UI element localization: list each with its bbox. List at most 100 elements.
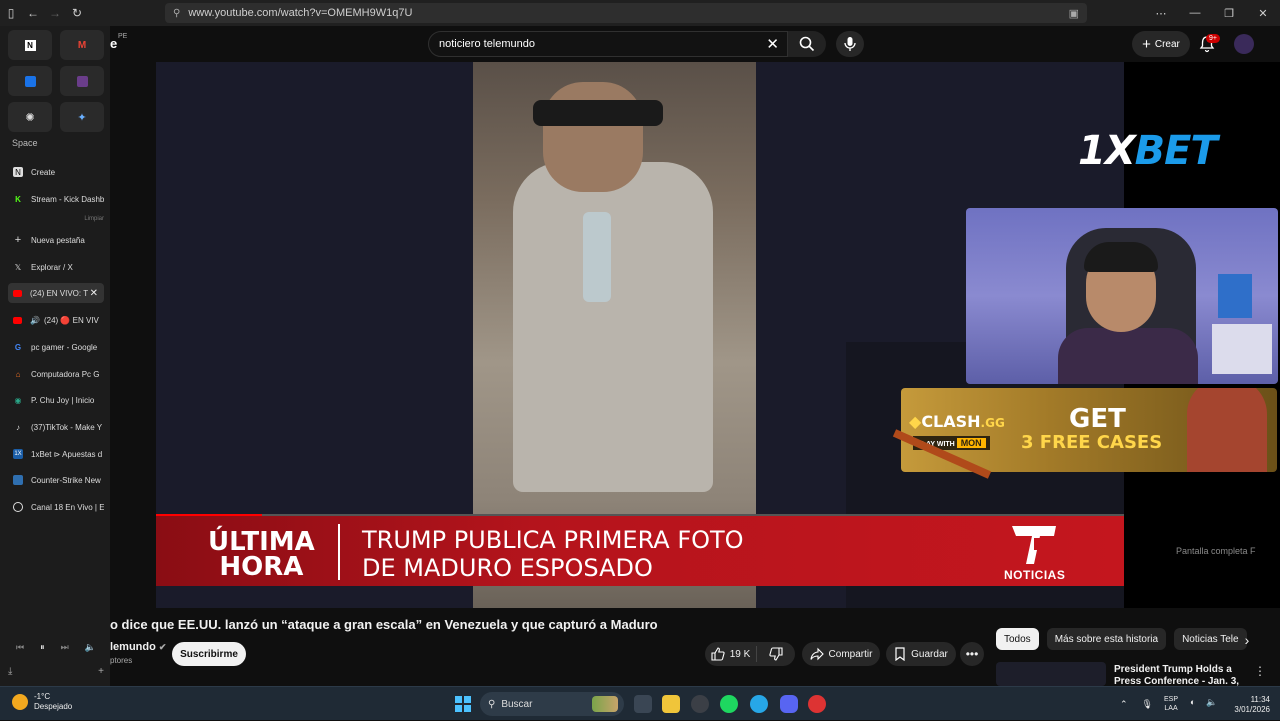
chevron-right-icon[interactable]: › [1236, 629, 1258, 651]
chip-more-story[interactable]: Más sobre esta historia [1046, 628, 1167, 650]
share-label: Compartir [828, 648, 873, 660]
notifications-badge: 9+ [1206, 34, 1220, 43]
voice-search-button[interactable] [836, 31, 864, 57]
volume-icon[interactable]: 🔈 [85, 642, 96, 653]
file-explorer-icon[interactable] [662, 695, 680, 713]
speaker-icon[interactable]: 🔊 [30, 316, 40, 325]
recommended-menu-icon[interactable]: ⋮ [1254, 664, 1266, 678]
tray-overflow-icon[interactable]: ⌃ [1120, 699, 1128, 710]
photo-face [543, 82, 643, 192]
microphone-tray-icon[interactable]: 🎙 [1142, 699, 1153, 710]
page-action-icon[interactable]: ▣ [1069, 7, 1079, 20]
sidebar-item-label: pc gamer - Google [31, 342, 98, 352]
youtube-logo[interactable]: e [110, 36, 117, 51]
share-button[interactable]: Compartir [802, 642, 880, 666]
sidebar-item-kick[interactable]: K Stream - Kick Dashb [8, 189, 104, 209]
search-button[interactable] [788, 31, 826, 57]
download-icon[interactable]: ⤓ [8, 666, 12, 677]
notion-icon: N [24, 39, 36, 51]
site-info-icon[interactable]: ⚲ [173, 8, 180, 19]
maximize-button[interactable]: ❐ [1212, 0, 1246, 26]
clear-search-icon[interactable]: ✕ [766, 35, 779, 53]
back-icon[interactable]: ← [22, 2, 44, 24]
tiktok-icon: ♪ [16, 422, 20, 432]
weather-widget[interactable]: -1°C Despejado [12, 692, 72, 712]
close-window-button[interactable]: ✕ [1246, 0, 1280, 26]
url-text: www.youtube.com/watch?v=OMEMH9W1q7U [188, 7, 413, 19]
sidebar-item-create[interactable]: N Create [8, 162, 104, 182]
sidebar-item-youtube[interactable]: 🔊 (24) 🔴 EN VIV [8, 310, 104, 330]
taskbar-search[interactable]: ⚲ Buscar [480, 692, 624, 716]
app-icon [76, 75, 88, 87]
sidebar-toggle-icon[interactable]: ▯ [0, 2, 22, 24]
sidebar-item-canal18[interactable]: Canal 18 En Vivo | E [8, 497, 104, 517]
recommended-title[interactable]: President Trump Holds a Press Conference… [1114, 664, 1250, 686]
pinned-gemini[interactable]: ✦ [60, 102, 104, 132]
dislike-button[interactable] [757, 647, 795, 661]
sidebar-item-chujoy[interactable]: ◉ P. Chu Joy | Inicio [8, 390, 104, 410]
language-indicator[interactable]: ESP LAA [1164, 695, 1178, 713]
obs-icon[interactable] [808, 695, 826, 713]
pinned-chatgpt[interactable]: ✺ [8, 102, 52, 132]
next-track-icon[interactable]: ⏭ [61, 642, 69, 653]
search-input[interactable]: noticiero telemundo ✕ [428, 31, 788, 57]
clash-character [1187, 388, 1267, 472]
sidebar-item-1xbet[interactable]: 1X 1xBet ⊳ Apuestas d [8, 444, 104, 464]
kick-icon: K [15, 194, 21, 204]
forward-icon[interactable]: → [44, 2, 66, 24]
sidebar-item-youtube-active[interactable]: (24) EN VIVO: T ✕ [8, 283, 104, 303]
previous-track-icon[interactable]: ⏮ [16, 642, 24, 653]
save-button[interactable]: Guardar [886, 642, 956, 666]
sidebar-item-label: Nueva pestaña [31, 235, 85, 245]
windows-start-icon[interactable] [455, 696, 471, 712]
create-button[interactable]: + Crear [1132, 31, 1190, 57]
sidebar-item-counter-strike[interactable]: Counter-Strike New [8, 470, 104, 490]
chip-all[interactable]: Todos [996, 628, 1039, 650]
pinned-notion[interactable]: N [8, 30, 52, 60]
breaking-label: ÚLTIMA HORA [208, 529, 315, 580]
network-icon[interactable]: ◐ [1190, 697, 1195, 707]
channel-name[interactable]: lemundo ✔ [110, 641, 166, 653]
clock[interactable]: 11:34 3/01/2026 [1228, 695, 1270, 715]
search-highlight-icon [592, 696, 618, 712]
browser-app-icon[interactable] [691, 695, 709, 713]
clear-tabs-button[interactable]: Limpiar [84, 216, 104, 222]
sidebar-item-x[interactable]: 𝕏 Explorar / X [8, 257, 104, 277]
pinned-app[interactable] [60, 66, 104, 96]
sidebar-item-label: (24) EN VIVO: T [30, 288, 89, 298]
like-button[interactable]: 19 K [705, 646, 757, 662]
pinned-gmail[interactable]: M [60, 30, 104, 60]
like-count: 19 K [729, 648, 751, 660]
spotify-icon[interactable] [720, 695, 738, 713]
gmail-icon: M [77, 39, 87, 51]
sidebar-item-computadora[interactable]: ⌂ Computadora Pc G [8, 364, 104, 384]
headline: TRUMP PUBLICA PRIMERA FOTO DE MADURO ESP… [362, 526, 744, 582]
volume-tray-icon[interactable]: 🔈 [1206, 697, 1217, 708]
pause-icon[interactable]: ⏸ [40, 642, 45, 653]
subscribe-button[interactable]: Suscribirme [172, 642, 246, 666]
recommended-thumbnail[interactable] [996, 662, 1106, 686]
discord-icon[interactable] [780, 695, 798, 713]
minimize-button[interactable]: — [1178, 0, 1212, 26]
clash-mon: MON [956, 438, 986, 448]
sidebar-item-label: P. Chu Joy | Inicio [31, 395, 95, 405]
add-space-icon[interactable]: + [98, 666, 104, 677]
sidebar-item-new-tab[interactable]: + Nueva pestaña [8, 230, 104, 250]
window-controls: ⋯ — ❐ ✕ [1144, 0, 1280, 26]
close-tab-icon[interactable]: ✕ [90, 288, 98, 299]
sidebar-item-google[interactable]: G pc gamer - Google [8, 337, 104, 357]
avatar[interactable] [1234, 34, 1254, 54]
pinned-tabs: N M ✺ ✦ [8, 30, 104, 132]
weather-temp: -1°C [34, 692, 51, 701]
bet-logo: 1XBET [1078, 128, 1218, 174]
task-view-icon[interactable] [634, 695, 652, 713]
telegram-icon[interactable] [750, 695, 768, 713]
chatgpt-icon: ✺ [25, 111, 35, 124]
headline-line-2: DE MADURO ESPOSADO [362, 554, 653, 582]
sidebar-item-tiktok[interactable]: ♪ (37)TikTok - Make Y [8, 417, 104, 437]
extensions-icon[interactable]: ⋯ [1144, 0, 1178, 26]
reload-icon[interactable]: ↻ [66, 2, 88, 24]
address-bar[interactable]: ⚲ www.youtube.com/watch?v=OMEMH9W1q7U ▣ [165, 3, 1087, 23]
more-actions-button[interactable]: ••• [960, 642, 984, 666]
pinned-outlook[interactable] [8, 66, 52, 96]
